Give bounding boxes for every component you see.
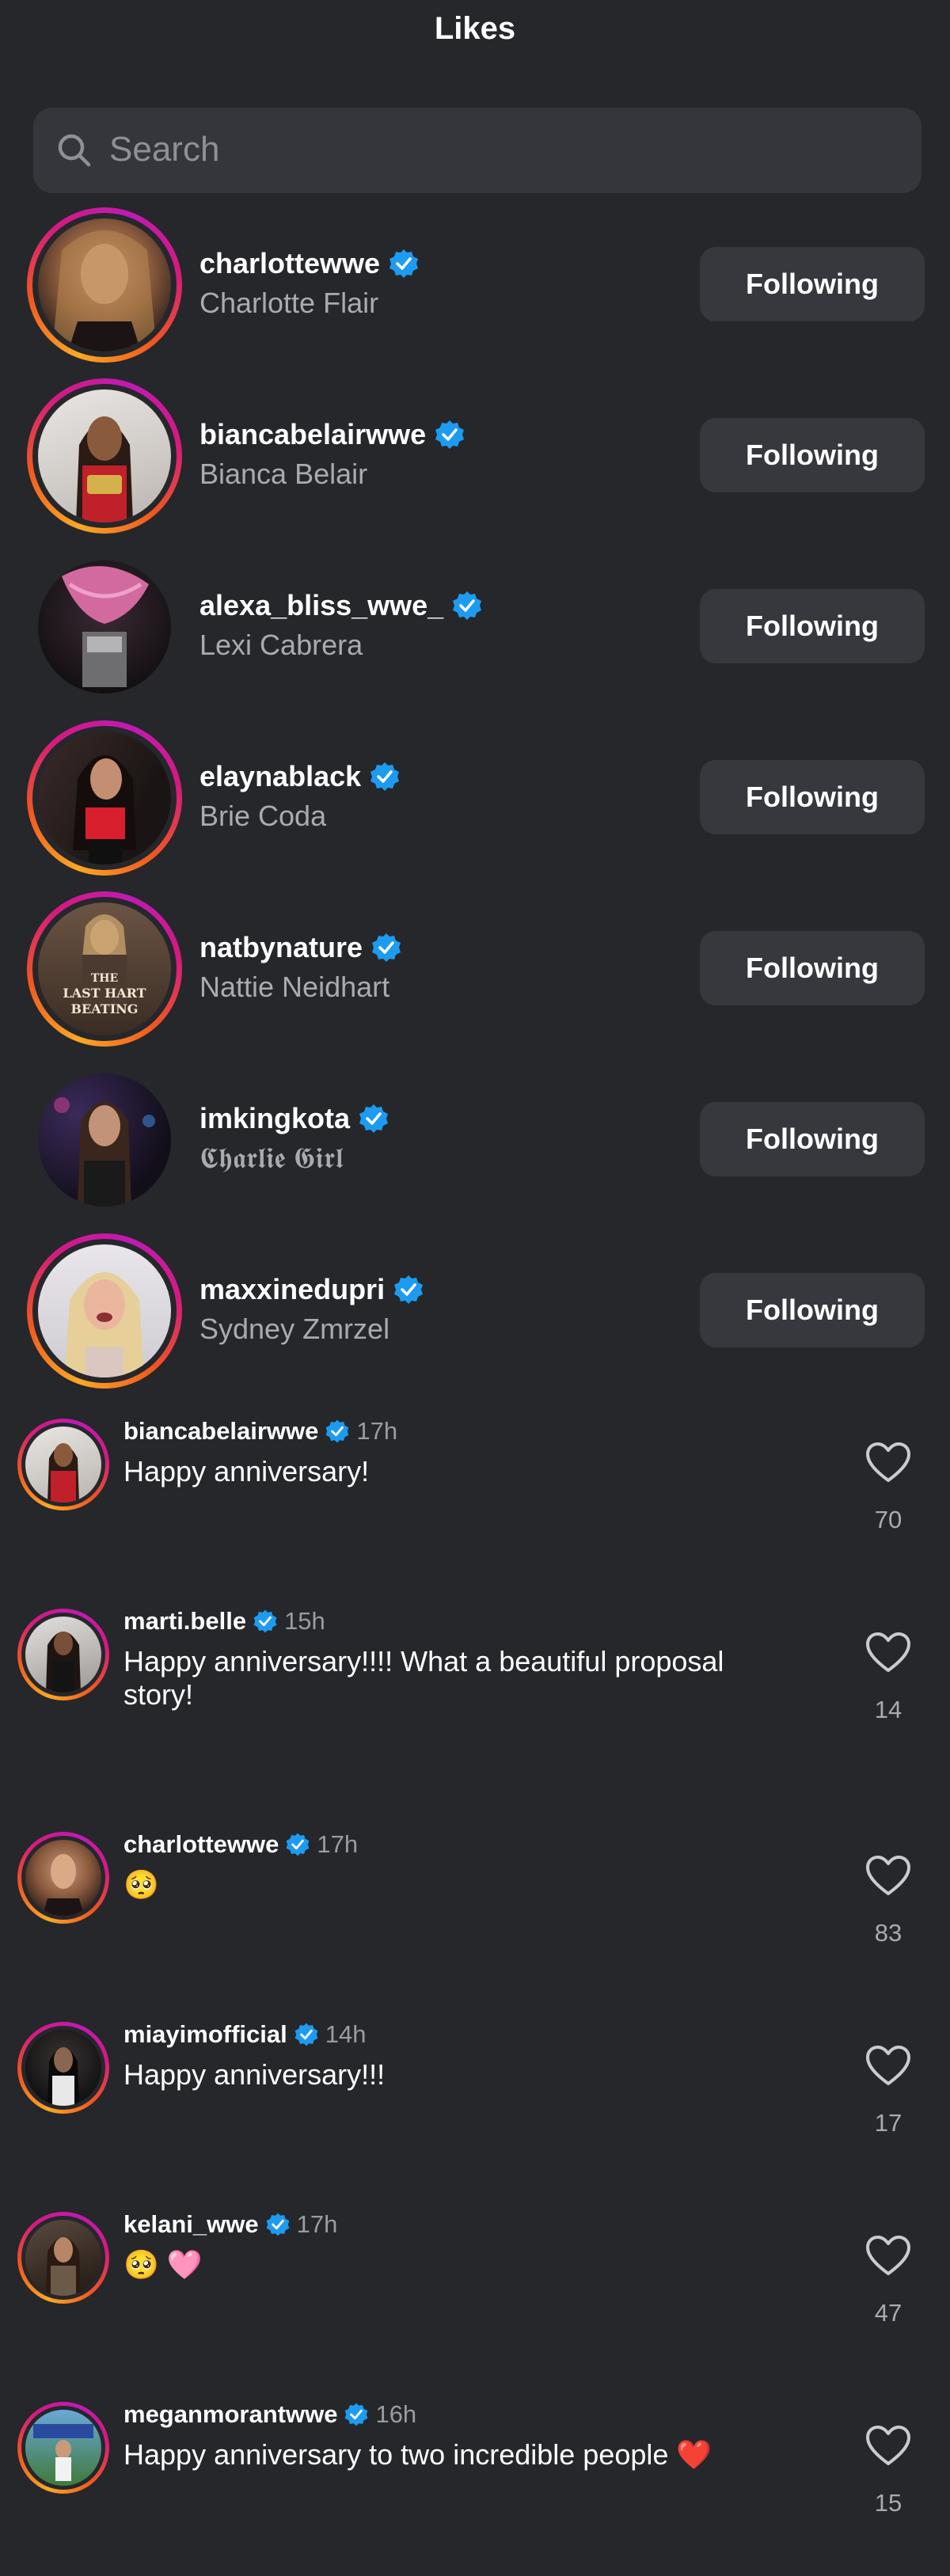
comment-item: marti.belle 15h Happy anniversary!!!! Wha… <box>0 1601 950 1783</box>
comment-item: meganmorantwwe 16h Happy anniversary to t… <box>0 2394 950 2576</box>
following-button[interactable]: Following <box>700 1273 925 1347</box>
comment-text: Happy anniversary to two incredible peop… <box>124 2438 712 2471</box>
like-count: 14 <box>874 1696 902 1723</box>
full-name: Charlotte Flair <box>200 287 379 319</box>
comment-text: 🥺 <box>124 1868 159 1901</box>
verified-badge-icon <box>286 1833 310 1856</box>
heart-icon[interactable] <box>866 1442 910 1484</box>
full-name: 𝕮𝖍𝖆𝖗𝖑𝖎𝖊 𝕲𝖎𝖗𝖑 <box>200 1142 344 1174</box>
comment-timestamp: 16h <box>375 2400 417 2428</box>
username[interactable]: imkingkota <box>200 1102 350 1135</box>
verified-badge-icon <box>453 591 482 620</box>
verified-badge-icon <box>294 2023 318 2046</box>
like-count: 17 <box>874 2109 902 2137</box>
avatar[interactable]: THE LAST HART BEATING <box>27 891 182 1047</box>
heart-icon[interactable] <box>866 2426 910 2467</box>
comment-text: 🥺 🩷 <box>124 2248 203 2281</box>
user-row[interactable]: biancabelairwwe Bianca Belair Following <box>0 378 950 537</box>
search-bar[interactable]: Search <box>33 108 922 193</box>
avatar[interactable] <box>27 549 182 705</box>
user-row[interactable]: alexa_bliss_wwe_ Lexi Cabrera Following <box>0 549 950 708</box>
comment-timestamp: 17h <box>356 1417 398 1445</box>
avatar[interactable] <box>27 1062 182 1218</box>
svg-text:LAST HART: LAST HART <box>63 986 146 1001</box>
user-row[interactable]: elaynablack Brie Coda Following <box>0 720 950 879</box>
following-button[interactable]: Following <box>700 931 925 1005</box>
avatar[interactable] <box>17 1832 109 1924</box>
avatar[interactable] <box>17 2212 109 2304</box>
like-count: 70 <box>874 1506 902 1533</box>
comment-timestamp: 17h <box>317 1830 359 1858</box>
verified-badge-icon <box>266 2213 289 2236</box>
following-button[interactable]: Following <box>700 589 925 663</box>
search-input[interactable]: Search <box>109 130 219 169</box>
comment-username[interactable]: meganmorantwwe <box>124 2400 337 2429</box>
full-name: Nattie Neidhart <box>200 971 390 1003</box>
following-button[interactable]: Following <box>700 1102 925 1176</box>
user-row[interactable]: maxxinedupri Sydney Zmrzel Following <box>0 1233 950 1392</box>
avatar[interactable] <box>27 378 182 534</box>
comment-text: Happy anniversary! <box>124 1455 370 1487</box>
avatar[interactable] <box>17 1609 109 1700</box>
comment-username[interactable]: marti.belle <box>124 1607 246 1636</box>
comment-item: miayimofficial 14h Happy anniversary!!! 1… <box>0 2014 950 2196</box>
username[interactable]: natbynature <box>200 931 363 964</box>
comment-username[interactable]: kelani_wwe <box>124 2210 259 2239</box>
heart-icon[interactable] <box>866 2236 910 2277</box>
avatar[interactable] <box>17 1419 109 1510</box>
comment-username[interactable]: miayimofficial <box>124 2020 287 2049</box>
comment-item: charlottewwe 17h 🥺 83 <box>0 1824 950 2006</box>
user-row[interactable]: imkingkota 𝕮𝖍𝖆𝖗𝖑𝖎𝖊 𝕲𝖎𝖗𝖑 Following <box>0 1062 950 1221</box>
comment-timestamp: 15h <box>284 1607 325 1635</box>
username[interactable]: alexa_bliss_wwe_ <box>200 589 443 622</box>
heart-icon[interactable] <box>866 2046 910 2087</box>
verified-badge-icon <box>345 2403 368 2426</box>
page-title: Likes <box>434 11 516 46</box>
full-name: Bianca Belair <box>200 458 368 490</box>
heart-icon[interactable] <box>866 1856 910 1897</box>
avatar[interactable] <box>27 207 182 363</box>
avatar[interactable] <box>17 2022 109 2114</box>
username[interactable]: biancabelairwwe <box>200 418 426 451</box>
like-count: 83 <box>874 1919 902 1947</box>
avatar[interactable] <box>27 1233 182 1389</box>
search-icon <box>58 134 91 167</box>
like-count: 47 <box>874 2299 902 2327</box>
user-row[interactable]: charlottewwe Charlotte Flair Following <box>0 207 950 366</box>
avatar[interactable] <box>27 720 182 876</box>
verified-badge-icon <box>359 1104 389 1133</box>
username[interactable]: elaynablack <box>200 760 361 793</box>
following-button[interactable]: Following <box>700 247 925 321</box>
verified-badge-icon <box>372 933 401 962</box>
user-row[interactable]: THE LAST HART BEATING natbynature Nattie N… <box>0 891 950 1050</box>
following-button[interactable]: Following <box>700 760 925 834</box>
like-count: 15 <box>874 2489 902 2517</box>
comment-text: Happy anniversary!!!! What a beautiful p… <box>124 1645 724 1711</box>
full-name: Sydney Zmrzel <box>200 1313 390 1345</box>
svg-text:BEATING: BEATING <box>71 1001 139 1016</box>
comment-timestamp: 14h <box>325 2020 367 2048</box>
svg-text:THE: THE <box>91 972 118 985</box>
comment-timestamp: 17h <box>296 2210 338 2238</box>
full-name: Lexi Cabrera <box>200 629 363 661</box>
comment-username[interactable]: biancabelairwwe <box>124 1417 318 1446</box>
comment-item: biancabelairwwe 17h Happy anniversary! 70 <box>0 1411 950 1593</box>
verified-badge-icon <box>435 420 465 449</box>
avatar[interactable] <box>17 2402 109 2494</box>
comment-text: Happy anniversary!!! <box>124 2058 386 2091</box>
verified-badge-icon <box>394 1275 424 1304</box>
comment-username[interactable]: charlottewwe <box>124 1830 279 1859</box>
username[interactable]: maxxinedupri <box>200 1273 385 1306</box>
following-button[interactable]: Following <box>700 418 925 492</box>
verified-badge-icon <box>253 1609 277 1633</box>
verified-badge-icon <box>390 249 419 278</box>
verified-badge-icon <box>325 1419 349 1443</box>
full-name: Brie Coda <box>200 800 327 832</box>
comment-item: kelani_wwe 17h 🥺 🩷 47 <box>0 2204 950 2386</box>
username[interactable]: charlottewwe <box>200 247 380 280</box>
verified-badge-icon <box>370 762 400 791</box>
heart-icon[interactable] <box>866 1632 910 1674</box>
